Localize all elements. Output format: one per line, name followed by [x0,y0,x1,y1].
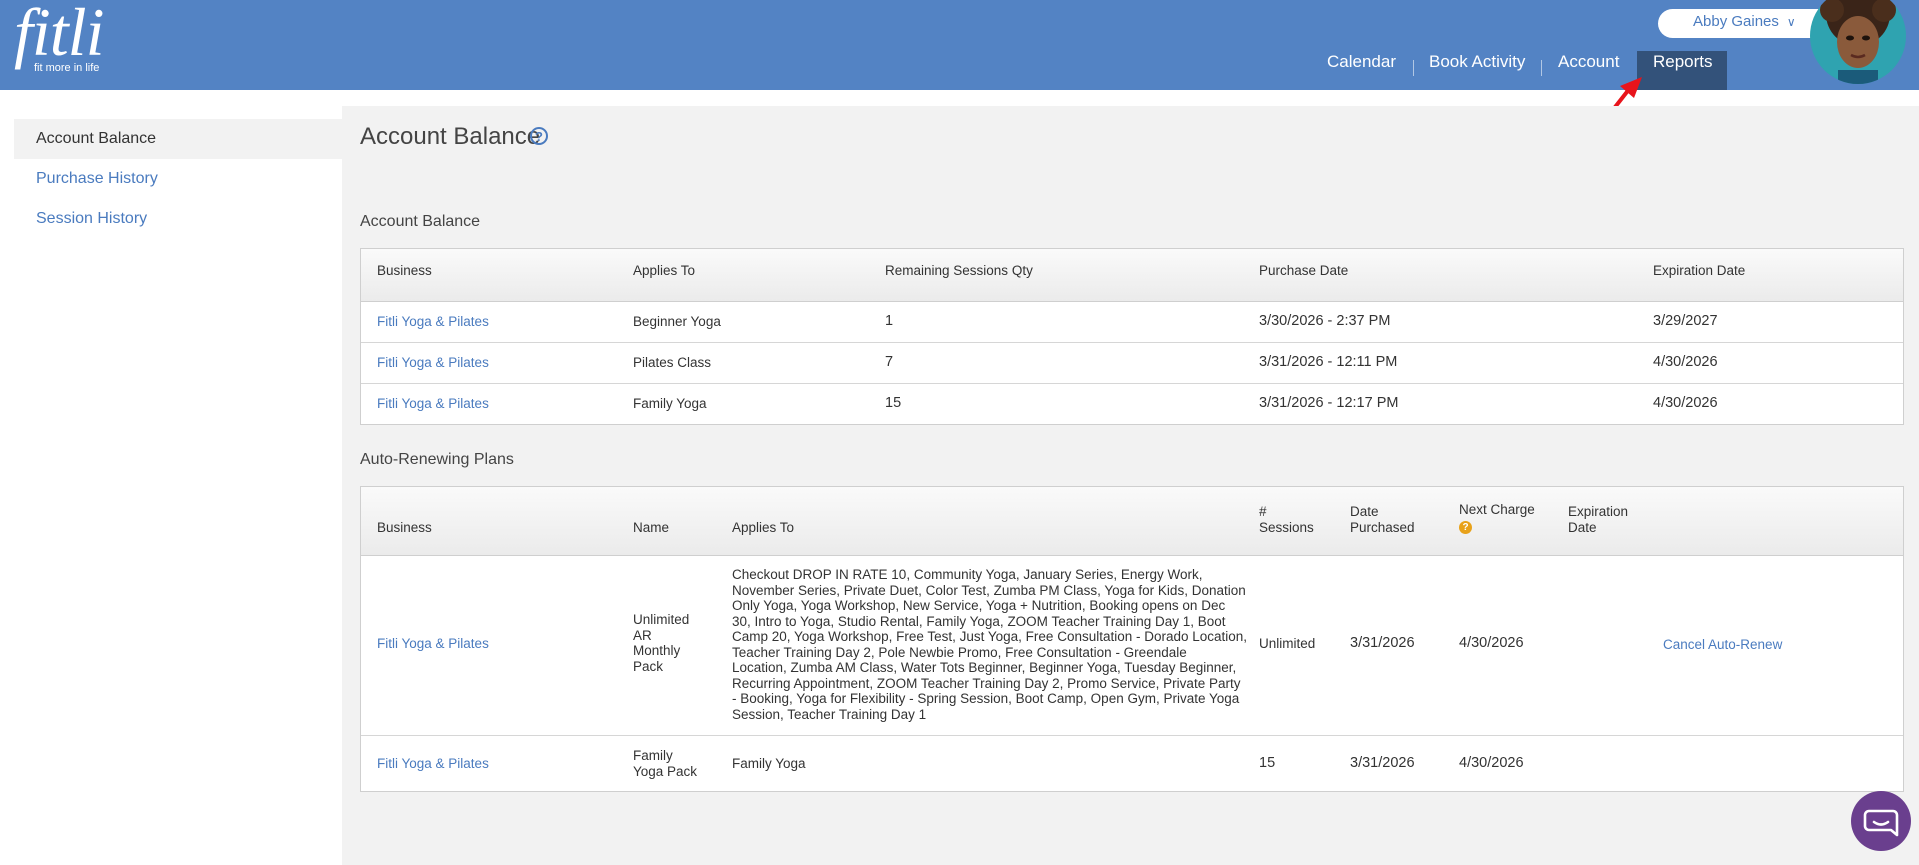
applies-to: Family Yoga [633,396,707,411]
nav-reports[interactable]: Reports [1653,52,1713,72]
table-row: Fitli Yoga & Pilates Unlimited AR Monthly P… [361,556,1903,736]
nav-calendar[interactable]: Calendar [1327,52,1396,72]
column-header: Remaining Sessions Qty [885,263,1033,278]
next-charge: 4/30/2026 [1459,755,1524,771]
table-header: Business Applies To Remaining Sessions Q… [361,249,1903,302]
expiration-date: 4/30/2026 [1653,354,1718,370]
business-link[interactable]: Fitli Yoga & Pilates [377,314,489,329]
business-link[interactable]: Fitli Yoga & Pilates [377,636,489,651]
expiration-date: 3/29/2027 [1653,313,1718,329]
business-link[interactable]: Fitli Yoga & Pilates [377,756,489,771]
auto-renewing-plans-table: Business Name Applies To # Sessions Date P… [360,486,1904,792]
sidebar-item-account-balance[interactable]: Account Balance [14,119,342,159]
applies-to: Beginner Yoga [633,314,721,329]
nav-divider [1541,60,1542,76]
fitli-logo[interactable]: fitli fit more in life [14,0,104,74]
plan-name: Family Yoga Pack [633,748,698,779]
table-row: Fitli Yoga & Pilates Family Yoga 15 3/31… [361,384,1903,424]
plan-applies-to: Family Yoga [732,756,806,771]
column-header: Applies To [633,263,696,278]
help-icon[interactable]: ? [530,127,548,145]
chevron-down-icon: ∨ [1786,15,1796,29]
column-header: Expiration Date [1653,263,1746,278]
account-balance-table: Business Applies To Remaining Sessions Q… [360,248,1904,425]
table-row: Fitli Yoga & Pilates Beginner Yoga 1 3/3… [361,302,1903,343]
plan-applies-to: Checkout DROP IN RATE 10, Community Yoga… [732,567,1248,722]
page-title: Account Balance [360,123,541,150]
info-icon[interactable]: ? [1459,521,1472,534]
table-row: Fitli Yoga & Pilates Family Yoga Pack Fam… [361,736,1903,791]
plan-name: Unlimited AR Monthly Pack [633,612,690,674]
column-header: Date Purchased [1350,504,1415,535]
column-header: Applies To [732,520,795,535]
business-link[interactable]: Fitli Yoga & Pilates [377,396,489,411]
expiration-date: 4/30/2026 [1653,395,1718,411]
logo-wordmark: fitli [14,0,104,70]
remaining-qty: 7 [885,354,894,370]
sidebar-item-purchase-history[interactable]: Purchase History [14,159,342,199]
balance-section-title: Account Balance [360,213,481,230]
chat-button[interactable] [1851,791,1911,851]
purchase-date: 3/31/2026 - 12:17 PM [1259,395,1399,411]
avatar[interactable] [1810,0,1906,84]
date-purchased: 3/31/2026 [1350,635,1415,651]
chat-bubble-icon [1863,809,1899,837]
applies-to: Pilates Class [633,355,712,370]
plans-section-title: Auto-Renewing Plans [360,451,514,468]
nav-book-activity[interactable]: Book Activity [1429,52,1525,72]
sessions-count: Unlimited [1259,636,1316,651]
sessions-count: 15 [1259,755,1276,771]
cancel-auto-renew-link[interactable]: Cancel Auto-Renew [1663,637,1782,652]
next-charge: 4/30/2026 [1459,635,1524,651]
table-header: Business Name Applies To # Sessions Date P… [361,487,1903,556]
column-header: Name [633,520,670,535]
column-header: Next Charge? [1459,502,1535,534]
nav-account[interactable]: Account [1558,52,1619,72]
column-header: Business [377,263,432,278]
user-name: Abby Gaines [1693,13,1779,30]
column-header: # Sessions [1259,504,1314,535]
column-header: Purchase Date [1259,263,1349,278]
remaining-qty: 1 [885,313,894,329]
column-header: Expiration Date [1568,504,1629,535]
business-link[interactable]: Fitli Yoga & Pilates [377,355,489,370]
nav-divider [1413,60,1414,76]
remaining-qty: 15 [885,395,902,411]
date-purchased: 3/31/2026 [1350,755,1415,771]
purchase-date: 3/30/2026 - 2:37 PM [1259,313,1391,329]
table-row: Fitli Yoga & Pilates Pilates Class 7 3/3… [361,343,1903,384]
logo-tagline: fit more in life [34,62,100,74]
sidebar-item-session-history[interactable]: Session History [14,199,342,239]
sidebar: Account Balance Purchase History Session… [14,119,342,239]
purchase-date: 3/31/2026 - 12:11 PM [1259,354,1398,370]
column-header: Business [377,520,432,535]
